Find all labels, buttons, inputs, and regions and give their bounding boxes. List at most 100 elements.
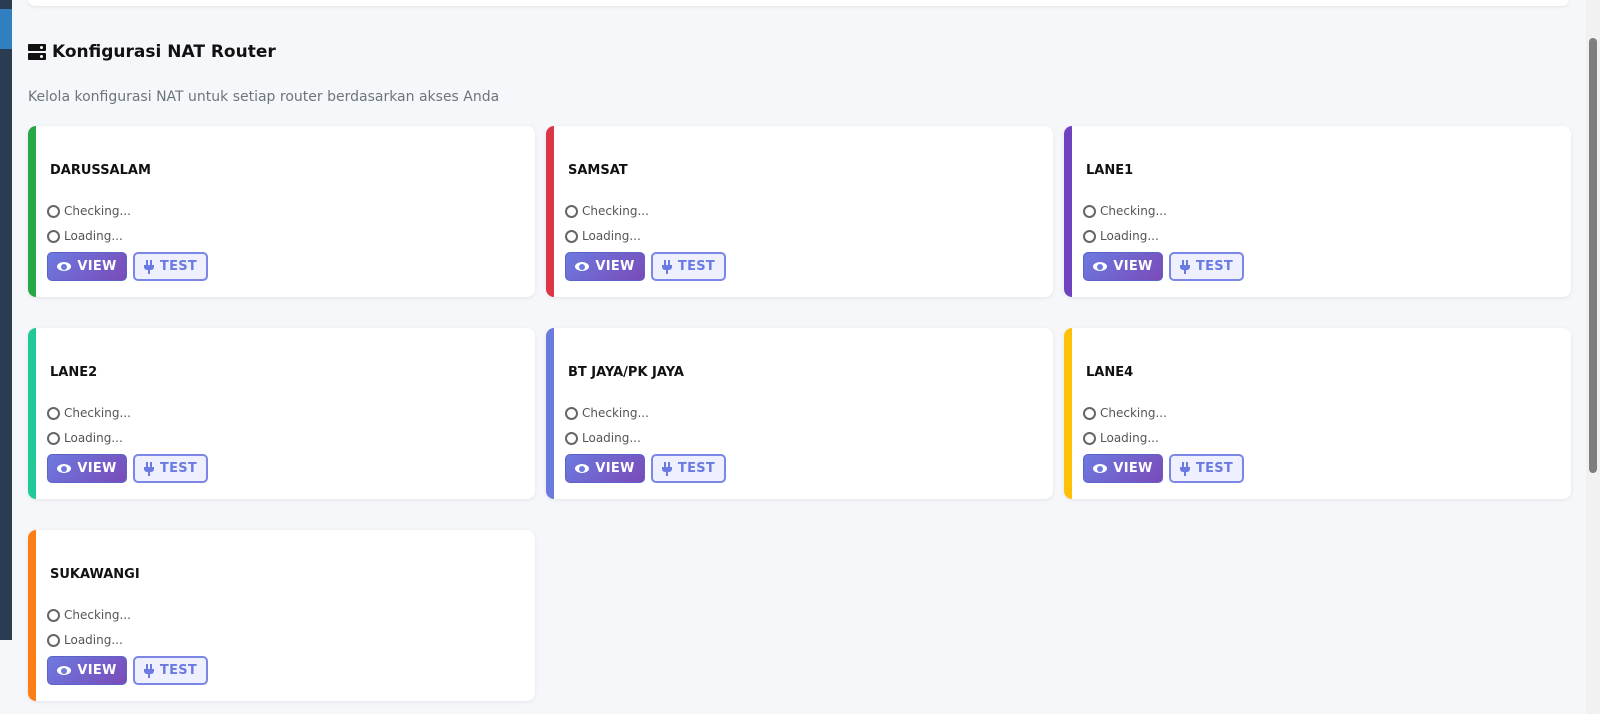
router-color-bar: [28, 126, 36, 297]
connection-status: Checking...: [1083, 406, 1167, 420]
router-info-status: Loading...: [47, 229, 123, 243]
test-label: TEST: [1195, 259, 1234, 274]
spinner-icon: [1083, 204, 1096, 218]
router-card: SUKAWANGI Checking... Loading... VIEW TE…: [28, 530, 535, 701]
plug-icon: [143, 461, 154, 476]
router-name: DARUSSALAM: [50, 163, 151, 178]
status-text: Checking...: [1100, 204, 1167, 218]
router-actions: VIEW TEST: [47, 454, 208, 483]
router-actions: VIEW TEST: [47, 252, 208, 281]
view-label: VIEW: [77, 663, 117, 678]
plug-icon: [1179, 259, 1190, 274]
spinner-icon: [47, 229, 60, 243]
scrollbar-thumb[interactable]: [1589, 38, 1597, 473]
test-button[interactable]: TEST: [133, 454, 208, 483]
info-text: Loading...: [1100, 229, 1159, 243]
router-card: LANE1 Checking... Loading... VIEW TEST: [1064, 126, 1571, 297]
router-card: BT JAYA/PK JAYA Checking... Loading... V…: [546, 328, 1053, 499]
test-button[interactable]: TEST: [133, 656, 208, 685]
router-info-status: Loading...: [47, 633, 123, 647]
router-card: LANE4 Checking... Loading... VIEW TEST: [1064, 328, 1571, 499]
status-text: Checking...: [64, 204, 131, 218]
test-button[interactable]: TEST: [1169, 252, 1244, 281]
test-button[interactable]: TEST: [1169, 454, 1244, 483]
router-color-bar: [28, 328, 36, 499]
view-label: VIEW: [595, 461, 635, 476]
eye-icon: [1093, 464, 1108, 473]
server-icon: [28, 44, 46, 60]
status-text: Checking...: [582, 204, 649, 218]
router-grid: DARUSSALAM Checking... Loading... VIEW T…: [28, 126, 1571, 701]
router-info-status: Loading...: [565, 431, 641, 445]
test-label: TEST: [159, 461, 198, 476]
router-info-status: Loading...: [47, 431, 123, 445]
router-color-bar: [1064, 126, 1072, 297]
router-actions: VIEW TEST: [1083, 454, 1244, 483]
view-button[interactable]: VIEW: [1083, 454, 1163, 483]
plug-icon: [143, 259, 154, 274]
spinner-icon: [565, 204, 578, 218]
spinner-icon: [1083, 229, 1096, 243]
test-label: TEST: [677, 461, 716, 476]
test-button[interactable]: TEST: [651, 454, 726, 483]
router-card: DARUSSALAM Checking... Loading... VIEW T…: [28, 126, 535, 297]
test-button[interactable]: TEST: [133, 252, 208, 281]
eye-icon: [57, 262, 72, 271]
spinner-icon: [47, 406, 60, 420]
view-label: VIEW: [1113, 461, 1153, 476]
section-title: Konfigurasi NAT Router: [52, 42, 276, 62]
eye-icon: [575, 464, 590, 473]
info-text: Loading...: [64, 229, 123, 243]
connection-status: Checking...: [565, 406, 649, 420]
view-button[interactable]: VIEW: [47, 656, 127, 685]
test-button[interactable]: TEST: [651, 252, 726, 281]
router-card: SAMSAT Checking... Loading... VIEW TEST: [546, 126, 1053, 297]
status-text: Checking...: [64, 406, 131, 420]
view-button[interactable]: VIEW: [1083, 252, 1163, 281]
spinner-icon: [565, 431, 578, 445]
sidebar-edge: [0, 0, 12, 640]
view-button[interactable]: VIEW: [47, 252, 127, 281]
eye-icon: [57, 666, 72, 675]
info-text: Loading...: [582, 229, 641, 243]
section-header: Konfigurasi NAT Router: [28, 40, 276, 64]
spinner-icon: [565, 229, 578, 243]
test-label: TEST: [677, 259, 716, 274]
view-label: VIEW: [1113, 259, 1153, 274]
router-actions: VIEW TEST: [565, 252, 726, 281]
router-card: LANE2 Checking... Loading... VIEW TEST: [28, 328, 535, 499]
plug-icon: [1179, 461, 1190, 476]
spinner-icon: [47, 431, 60, 445]
connection-status: Checking...: [565, 204, 649, 218]
router-actions: VIEW TEST: [47, 656, 208, 685]
view-label: VIEW: [77, 461, 117, 476]
connection-status: Checking...: [47, 406, 131, 420]
router-name: LANE4: [1086, 365, 1134, 380]
spinner-icon: [1083, 406, 1096, 420]
info-text: Loading...: [64, 633, 123, 647]
router-name: LANE1: [1086, 163, 1134, 178]
router-color-bar: [1064, 328, 1072, 499]
spinner-icon: [1083, 431, 1096, 445]
view-button[interactable]: VIEW: [565, 252, 645, 281]
view-button[interactable]: VIEW: [47, 454, 127, 483]
view-button[interactable]: VIEW: [565, 454, 645, 483]
router-info-status: Loading...: [1083, 431, 1159, 445]
scrollbar[interactable]: [1586, 0, 1600, 714]
eye-icon: [575, 262, 590, 271]
info-text: Loading...: [582, 431, 641, 445]
status-text: Checking...: [582, 406, 649, 420]
test-label: TEST: [159, 663, 198, 678]
plug-icon: [143, 663, 154, 678]
connection-status: Checking...: [47, 204, 131, 218]
spinner-icon: [565, 406, 578, 420]
view-label: VIEW: [595, 259, 635, 274]
spinner-icon: [47, 633, 60, 647]
router-info-status: Loading...: [1083, 229, 1159, 243]
previous-panel: [28, 0, 1569, 6]
router-actions: VIEW TEST: [565, 454, 726, 483]
router-name: SAMSAT: [568, 163, 628, 178]
plug-icon: [661, 461, 672, 476]
section-subtitle: Kelola konfigurasi NAT untuk setiap rout…: [28, 89, 500, 105]
spinner-icon: [47, 608, 60, 622]
